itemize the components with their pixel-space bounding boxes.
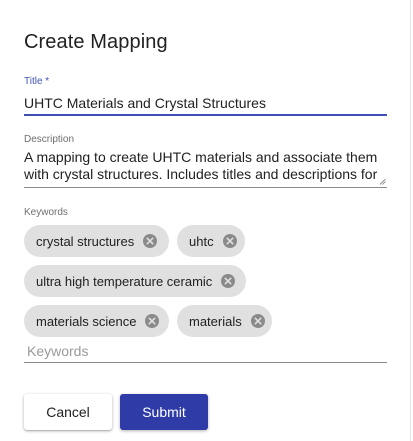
keywords-input[interactable] <box>24 339 387 363</box>
keywords-field-label: Keywords <box>24 207 68 218</box>
description-line-1: A mapping to create UHTC materials and a… <box>24 149 378 165</box>
chip-label: ultra high temperature ceramic <box>36 273 213 289</box>
cancel-circle-icon[interactable] <box>142 233 158 249</box>
chip-label: uhtc <box>189 233 214 249</box>
title-input[interactable] <box>24 92 387 116</box>
keyword-chip[interactable]: uhtc <box>177 225 245 257</box>
keyword-chip[interactable]: materials <box>177 305 272 337</box>
chip-label: materials <box>189 313 242 329</box>
description-field-label: Description <box>24 134 75 145</box>
cancel-circle-icon[interactable] <box>222 233 238 249</box>
chip-label: crystal structures <box>36 233 135 249</box>
keyword-chip[interactable]: ultra high temperature ceramic <box>24 265 246 297</box>
description-line-2: with crystal structures. Includes titles… <box>24 166 378 182</box>
dialog-title: Create Mapping <box>24 31 168 53</box>
resize-grip-icon[interactable] <box>379 178 386 185</box>
cancel-circle-icon[interactable] <box>250 313 266 329</box>
description-textarea[interactable]: A mapping to create UHTC materials and a… <box>24 149 387 188</box>
cancel-circle-icon[interactable] <box>220 273 236 289</box>
title-field-label: Title * <box>24 76 50 87</box>
submit-button[interactable]: Submit <box>120 394 208 430</box>
cancel-button[interactable]: Cancel <box>24 394 112 430</box>
create-mapping-dialog: Create Mapping Title * Description A map… <box>0 0 411 441</box>
chip-label: materials science <box>36 313 137 329</box>
cancel-circle-icon[interactable] <box>144 313 160 329</box>
keyword-chip[interactable]: crystal structures <box>24 225 169 257</box>
keyword-chip[interactable]: materials science <box>24 305 169 337</box>
